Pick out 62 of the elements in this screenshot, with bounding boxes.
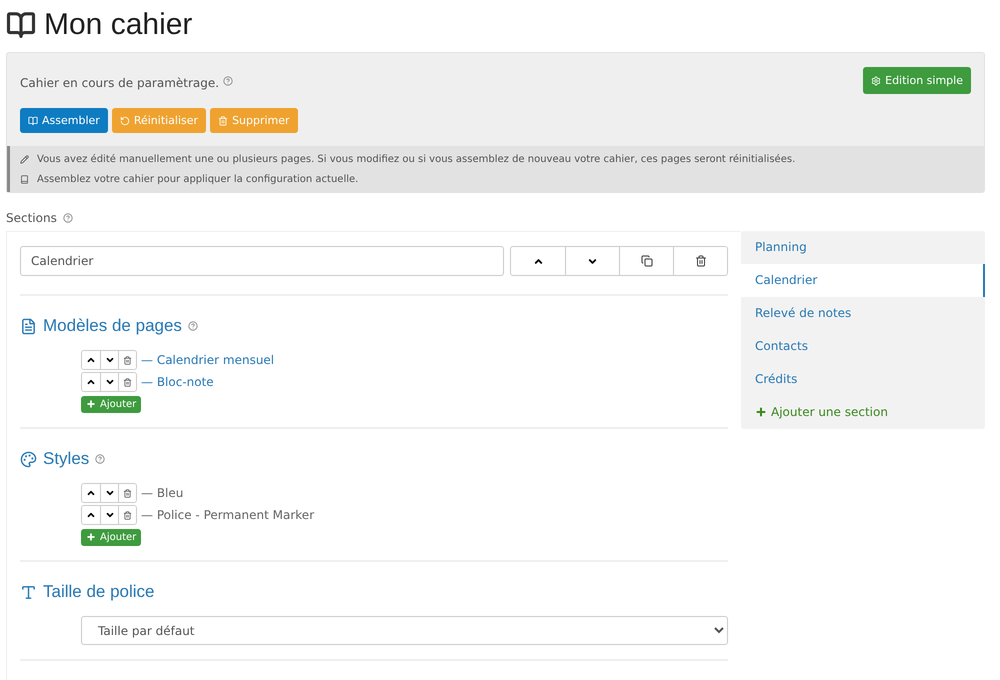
font-size-select[interactable]: Taille par défaut (81, 616, 728, 645)
up-caret-icon (86, 488, 96, 498)
help-icon[interactable] (188, 321, 198, 331)
sections-label: Sections (6, 211, 57, 225)
add-button[interactable]: Ajouter (81, 396, 142, 412)
book-icon (6, 10, 36, 40)
page-title: Mon cahier (44, 8, 192, 42)
gear-icon (871, 76, 882, 86)
trash-icon (123, 510, 132, 520)
delete-button[interactable] (673, 247, 727, 275)
text-size-icon (20, 584, 37, 600)
item-link[interactable]: — Bloc-note (141, 375, 214, 389)
delete-button[interactable] (118, 351, 136, 369)
copy-icon (640, 255, 652, 267)
nav-item[interactable]: Planning (741, 231, 985, 264)
simple-edit-button[interactable]: Edition simple (863, 67, 971, 94)
up-caret-icon (86, 355, 96, 365)
trash-icon (123, 488, 132, 498)
delete-button[interactable] (118, 506, 136, 524)
book-icon (28, 116, 38, 126)
trash-icon (218, 116, 228, 126)
up-caret-icon (86, 510, 96, 520)
item-link[interactable]: — Calendrier mensuel (141, 353, 274, 367)
down-caret-icon (104, 377, 114, 387)
plus-icon (86, 532, 96, 542)
action-button[interactable]: Réinitialiser (112, 108, 206, 133)
help-icon[interactable] (62, 213, 73, 223)
nav-item[interactable]: Crédits (741, 363, 985, 396)
trash-icon (123, 378, 132, 386)
nav-item[interactable]: Contacts (741, 330, 985, 363)
trash-icon (123, 356, 132, 364)
down-caret-icon (104, 355, 114, 365)
delete-button[interactable] (118, 484, 136, 502)
palette-icon (20, 450, 37, 468)
section-name-field[interactable]: Calendrier (20, 246, 504, 276)
down-caret-icon (104, 510, 114, 520)
pencil-icon (20, 154, 29, 164)
add-section-link[interactable]: Ajouter une section (741, 396, 985, 429)
status-text: Cahier en cours de paramètrage. (20, 76, 220, 90)
plus-icon (755, 406, 767, 418)
notice-text: Vous avez édité manuellement une ou plusieurs pages. Si vous modifiez ou si vous assemblez de nouveau votre cahier, ces pages seront réinitialisées. (37, 154, 796, 164)
block-title: Taille de police (43, 582, 155, 602)
plus-icon (86, 399, 96, 409)
action-button[interactable]: Assembler (20, 108, 108, 133)
help-icon[interactable] (223, 76, 234, 86)
block-title: Styles (43, 449, 90, 469)
up-caret-icon (86, 377, 96, 387)
notice-text: Assemblez votre cahier pour appliquer la configuration actuelle. (37, 174, 358, 184)
block-title: Modèles de pages (43, 316, 182, 336)
delete-button[interactable] (118, 373, 136, 391)
add-button[interactable]: Ajouter (81, 528, 142, 546)
item-label: — Bleu (141, 486, 184, 500)
book-icon (20, 174, 29, 184)
down-caret-icon (104, 488, 114, 498)
action-button[interactable]: Supprimer (210, 108, 298, 133)
trash-icon (694, 255, 706, 267)
undo-icon (120, 116, 130, 126)
item-label: — Police - Permanent Marker (141, 508, 314, 522)
nav-item[interactable]: Relevé de notes (741, 297, 985, 330)
nav-item[interactable]: Calendrier (741, 264, 985, 297)
help-icon[interactable] (95, 454, 106, 464)
document-icon (20, 318, 37, 334)
